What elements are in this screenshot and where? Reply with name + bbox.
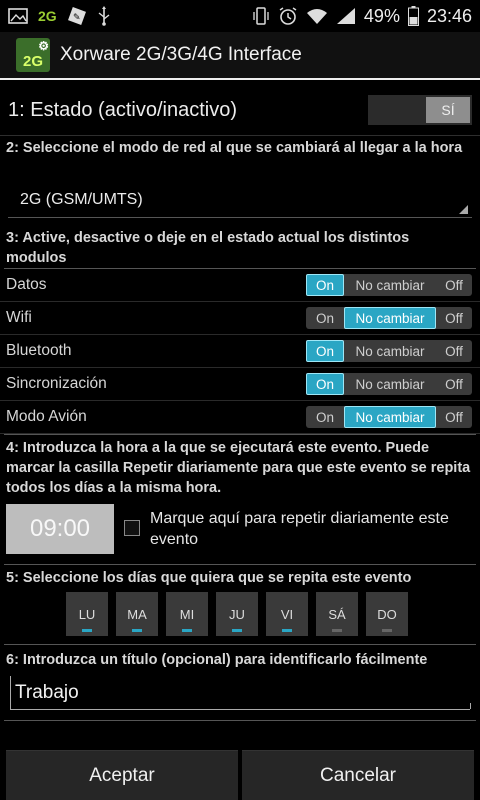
module-state-selector: On No cambiar Off	[306, 406, 472, 428]
day-toggle-button[interactable]: LU	[66, 592, 108, 636]
section-5-header: 5: Seleccione los días que quiera que se…	[6, 570, 412, 586]
option-no-change-button[interactable]: No cambiar	[344, 307, 436, 329]
option-on-button[interactable]: On	[306, 373, 344, 395]
module-label: Datos	[6, 276, 47, 293]
section-3-header: 3: Active, desactive o deje en el estado…	[6, 230, 410, 266]
option-off-button[interactable]: Off	[436, 274, 472, 296]
status-toggle[interactable]: SÍ	[368, 95, 472, 125]
gear-icon: ⚙	[38, 39, 49, 53]
option-off-button[interactable]: Off	[436, 340, 472, 362]
option-on-button[interactable]: On	[306, 274, 344, 296]
vibrate-icon	[252, 6, 270, 26]
day-label: MI	[179, 606, 195, 622]
module-label: Modo Avión	[6, 408, 87, 425]
image-notification-icon	[8, 7, 28, 25]
action-bar: ⚙ 2G Xorware 2G/3G/4G Interface	[0, 32, 480, 80]
day-label: MA	[127, 606, 147, 622]
option-no-change-button[interactable]: No cambiar	[344, 274, 436, 296]
weekday-selector: LU MA MI JU VI SÁ DO	[66, 592, 408, 636]
option-no-change-button[interactable]: No cambiar	[344, 406, 436, 428]
day-toggle-button[interactable]: MI	[166, 592, 208, 636]
module-row: Modo Avión On No cambiar Off	[0, 401, 480, 434]
module-label: Bluetooth	[6, 342, 72, 359]
day-indicator	[332, 629, 342, 632]
app-notification-icon: ✎	[67, 6, 87, 26]
network-mode-value: 2G (GSM/UMTS)	[20, 190, 143, 208]
module-row: Wifi On No cambiar Off	[0, 302, 480, 335]
spinner-arrow-icon	[459, 205, 468, 214]
repeat-daily-label[interactable]: Marque aquí para repetir diariamente est…	[150, 508, 470, 550]
day-toggle-button[interactable]: SÁ	[316, 592, 358, 636]
section-divider	[4, 720, 476, 721]
day-toggle-button[interactable]: VI	[266, 592, 308, 636]
option-no-change-button[interactable]: No cambiar	[344, 340, 436, 362]
event-title-input[interactable]	[15, 681, 470, 704]
module-label: Sincronización	[6, 375, 107, 392]
day-label: DO	[377, 606, 397, 622]
bottom-button-bar: Aceptar Cancelar	[0, 750, 480, 800]
section-2-header: 2: Seleccione el modo de red al que se c…	[6, 140, 463, 156]
repeat-daily-checkbox[interactable]	[124, 520, 140, 536]
option-off-button[interactable]: Off	[436, 406, 472, 428]
option-off-button[interactable]: Off	[436, 307, 472, 329]
usb-icon	[97, 6, 111, 26]
section-divider	[4, 644, 476, 645]
app-title: Xorware 2G/3G/4G Interface	[60, 44, 302, 65]
network-mode-spinner[interactable]: 2G (GSM/UMTS)	[8, 182, 472, 218]
app-logo-icon: ⚙ 2G	[16, 38, 50, 72]
module-row: Bluetooth On No cambiar Off	[0, 335, 480, 368]
module-state-selector: On No cambiar Off	[306, 274, 472, 296]
status-row: 1: Estado (activo/inactivo) SÍ	[0, 90, 480, 130]
clock: 23:46	[426, 5, 472, 26]
day-toggle-button[interactable]: MA	[116, 592, 158, 636]
day-label: JU	[229, 606, 245, 622]
svg-text:✎: ✎	[73, 13, 81, 23]
option-no-change-button[interactable]: No cambiar	[344, 373, 436, 395]
day-label: LU	[78, 606, 96, 622]
toggle-on-thumb: SÍ	[426, 97, 470, 123]
time-picker-button[interactable]: 09:00	[6, 504, 114, 554]
status-bar: 2G ✎ 49% 23:46	[0, 0, 480, 32]
module-row: Sincronización On No cambiar Off	[0, 368, 480, 401]
cancel-button[interactable]: Cancelar	[242, 750, 474, 800]
accept-button[interactable]: Aceptar	[6, 750, 238, 800]
event-title-field[interactable]	[10, 676, 471, 710]
module-state-selector: On No cambiar Off	[306, 307, 472, 329]
day-indicator	[182, 629, 192, 632]
section-4-header: 4: Introduzca la hora a la que se ejecut…	[6, 440, 471, 496]
day-indicator	[232, 629, 242, 632]
day-label: VI	[280, 606, 294, 622]
section-6-header: 6: Introduzca un título (opcional) para …	[6, 652, 428, 668]
module-row: Datos On No cambiar Off	[0, 269, 480, 302]
section-divider	[4, 434, 476, 435]
option-on-button[interactable]: On	[306, 340, 344, 362]
day-indicator	[382, 629, 392, 632]
day-toggle-button[interactable]: JU	[216, 592, 258, 636]
battery-percentage: 49%	[363, 5, 400, 26]
day-toggle-button[interactable]: DO	[366, 592, 408, 636]
signal-icon	[336, 7, 356, 25]
network-type-badge: 2G	[38, 8, 57, 24]
module-state-selector: On No cambiar Off	[306, 340, 472, 362]
status-label: 1: Estado (activo/inactivo)	[8, 98, 237, 121]
day-indicator	[132, 629, 142, 632]
option-on-button[interactable]: On	[306, 307, 344, 329]
day-indicator	[82, 629, 92, 632]
module-state-selector: On No cambiar Off	[306, 373, 472, 395]
alarm-icon	[278, 6, 298, 26]
divider	[0, 135, 480, 136]
wifi-icon	[306, 7, 328, 25]
module-label: Wifi	[6, 309, 32, 326]
battery-icon	[407, 6, 419, 26]
option-on-button[interactable]: On	[306, 406, 344, 428]
option-off-button[interactable]: Off	[436, 373, 472, 395]
day-label: SÁ	[328, 606, 346, 622]
day-indicator	[282, 629, 292, 632]
section-divider	[4, 564, 476, 565]
